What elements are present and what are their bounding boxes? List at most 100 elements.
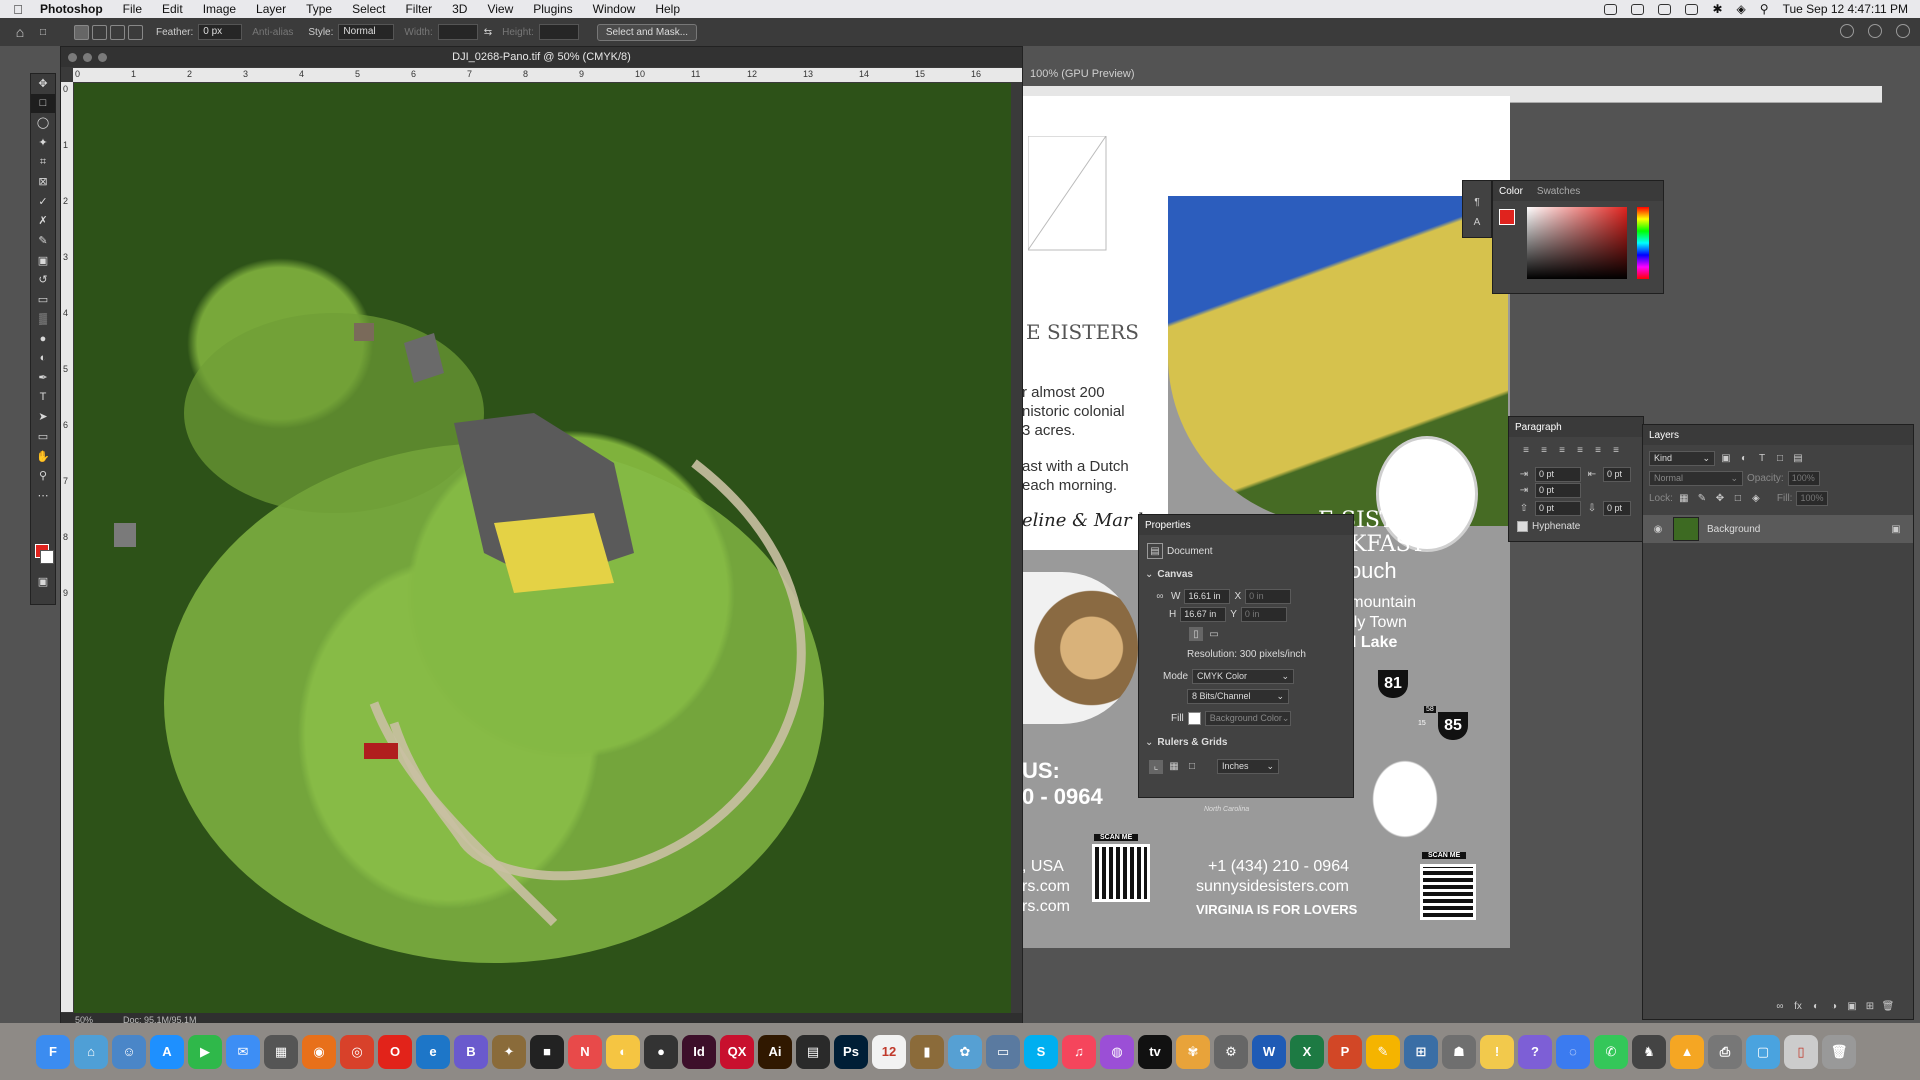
dock-app-icon[interactable]: ◎ bbox=[340, 1034, 374, 1069]
lock-pixels-icon[interactable]: ✎ bbox=[1695, 492, 1709, 506]
dock-app-icon[interactable]: ▭ bbox=[986, 1034, 1020, 1069]
healing-tool-icon[interactable]: ✗ bbox=[31, 211, 55, 231]
dock-app-icon[interactable]: O bbox=[378, 1034, 412, 1069]
status-icon-2[interactable] bbox=[1631, 3, 1645, 15]
chevron-down-icon[interactable]: ⌄ bbox=[1145, 737, 1153, 748]
anti-alias-checkbox[interactable]: Anti-alias bbox=[252, 27, 293, 38]
dock-app-icon[interactable]: ✿ bbox=[948, 1034, 982, 1069]
menu-select[interactable]: Select bbox=[342, 2, 395, 16]
opacity-input[interactable]: 100% bbox=[1787, 471, 1820, 486]
pen-tool-icon[interactable]: ✒ bbox=[31, 368, 55, 388]
marquee-preset-icon[interactable]: □ bbox=[40, 27, 60, 38]
grid-icon[interactable]: ▦ bbox=[1167, 760, 1181, 774]
lasso-tool-icon[interactable]: ◯ bbox=[31, 113, 55, 133]
menu-image[interactable]: Image bbox=[193, 2, 246, 16]
path-selection-tool-icon[interactable]: ➤ bbox=[31, 407, 55, 427]
filter-pixel-icon[interactable]: ▣ bbox=[1719, 452, 1733, 466]
landscape-orientation-icon[interactable]: ▭ bbox=[1207, 627, 1221, 641]
dock-app-icon[interactable]: ☗ bbox=[1442, 1034, 1476, 1069]
fill-swatch[interactable] bbox=[1187, 712, 1201, 725]
link-icon[interactable]: ∞ bbox=[1153, 590, 1167, 604]
dock-app-icon[interactable]: 12 bbox=[872, 1034, 906, 1069]
workspace-icon[interactable] bbox=[1868, 24, 1882, 38]
glyphs-icon[interactable]: A bbox=[1470, 215, 1484, 229]
document-window[interactable]: DJI_0268-Pano.tif @ 50% (CMYK/8) 0 1 2 3… bbox=[60, 46, 1023, 1028]
dock-app-icon[interactable]: B bbox=[454, 1034, 488, 1069]
menu-plugins[interactable]: Plugins bbox=[523, 2, 582, 16]
menu-help[interactable]: Help bbox=[645, 2, 690, 16]
dock-app-icon[interactable]: ! bbox=[1480, 1034, 1514, 1069]
subtract-selection-button[interactable] bbox=[110, 24, 125, 40]
menubar-clock[interactable]: Tue Sep 12 4:47:11 PM bbox=[1783, 2, 1908, 16]
background-color-swatch[interactable] bbox=[40, 550, 54, 564]
status-icon-4[interactable] bbox=[1685, 3, 1699, 15]
dock-app-icon[interactable]: ? bbox=[1518, 1034, 1552, 1069]
brush-tool-icon[interactable]: ✎ bbox=[31, 231, 55, 251]
new-group-icon[interactable]: ▣ bbox=[1845, 999, 1859, 1013]
lock-all-icon[interactable]: ◈ bbox=[1749, 492, 1763, 506]
rulers-icon[interactable]: ⌞ bbox=[1149, 759, 1163, 774]
dock-app-icon[interactable]: F bbox=[36, 1034, 70, 1069]
dock-app-icon[interactable]: ⎙ bbox=[1708, 1034, 1742, 1069]
new-selection-button[interactable] bbox=[74, 24, 89, 40]
hand-tool-icon[interactable]: ✋ bbox=[31, 446, 55, 466]
lock-position-icon[interactable]: ✥ bbox=[1713, 492, 1727, 506]
quick-mask-icon[interactable]: ▣ bbox=[31, 572, 55, 592]
canvas-x-input[interactable]: 0 in bbox=[1245, 589, 1292, 604]
history-brush-tool-icon[interactable]: ↺ bbox=[31, 270, 55, 290]
horizontal-ruler[interactable]: 0 1 2 3 4 5 6 7 8 9 10 11 12 13 14 15 16 bbox=[73, 68, 1022, 82]
add-mask-icon[interactable]: ◐ bbox=[1809, 999, 1823, 1013]
dock-app-icon[interactable]: ◍ bbox=[1100, 1034, 1134, 1069]
dock-app-icon[interactable]: P bbox=[1328, 1034, 1362, 1069]
menu-view[interactable]: View bbox=[477, 2, 523, 16]
visibility-eye-icon[interactable]: ◉ bbox=[1651, 522, 1665, 536]
dock-app-icon[interactable]: ▲ bbox=[1670, 1034, 1704, 1069]
aerial-photo-canvas[interactable] bbox=[74, 83, 1011, 1013]
menu-type[interactable]: Type bbox=[296, 2, 342, 16]
menu-3d[interactable]: 3D bbox=[442, 2, 477, 16]
layer-style-icon[interactable]: fx bbox=[1791, 999, 1805, 1013]
mode-select[interactable]: CMYK Color ⌄ bbox=[1192, 669, 1295, 684]
justify-all-icon[interactable]: ≡ bbox=[1609, 443, 1623, 457]
feather-input[interactable]: 0 px bbox=[198, 24, 243, 40]
frame-tool-icon[interactable]: ⊠ bbox=[31, 172, 55, 192]
gradient-tool-icon[interactable]: ▒ bbox=[31, 309, 55, 329]
bluetooth-icon[interactable]: ✱ bbox=[1712, 2, 1722, 16]
vertical-ruler[interactable]: 0 1 2 3 4 5 6 7 8 9 bbox=[61, 82, 73, 1012]
canvas-y-input[interactable]: 0 in bbox=[1240, 607, 1287, 622]
dock-app-icon[interactable]: Ps bbox=[834, 1034, 868, 1069]
blend-mode-select[interactable]: Normal ⌄ bbox=[1649, 471, 1743, 486]
document-titlebar[interactable]: DJI_0268-Pano.tif @ 50% (CMYK/8) bbox=[61, 47, 1022, 67]
color-panel-fg-swatch[interactable] bbox=[1499, 209, 1515, 225]
crop-tool-icon[interactable]: ⌗ bbox=[31, 152, 55, 172]
swap-icon[interactable]: ⇆ bbox=[484, 27, 492, 38]
dock-app-icon[interactable]: ▶ bbox=[188, 1034, 222, 1069]
stamp-tool-icon[interactable]: ▣ bbox=[31, 250, 55, 270]
dock-app-icon[interactable]: ✦ bbox=[492, 1034, 526, 1069]
apple-icon[interactable]:  bbox=[0, 2, 36, 17]
align-center-icon[interactable]: ≡ bbox=[1537, 443, 1551, 457]
lock-transparent-icon[interactable]: ▦ bbox=[1677, 492, 1691, 506]
dock-app-icon[interactable]: ◌ bbox=[1556, 1034, 1590, 1069]
fill-select[interactable]: Background Color ⌄ bbox=[1204, 711, 1291, 726]
dock-app-icon[interactable]: ⊞ bbox=[1404, 1034, 1438, 1069]
add-selection-button[interactable] bbox=[92, 24, 107, 40]
justify-left-icon[interactable]: ≡ bbox=[1573, 443, 1587, 457]
canvas-section-label[interactable]: Canvas bbox=[1157, 569, 1193, 580]
dock-app-icon[interactable]: e bbox=[416, 1034, 450, 1069]
dock-app-icon[interactable]: ☺ bbox=[112, 1034, 146, 1069]
dock-app-icon[interactable]: ✉ bbox=[226, 1034, 260, 1069]
dock-app-icon[interactable]: ▢ bbox=[1746, 1034, 1780, 1069]
dock-app-icon[interactable]: ▦ bbox=[264, 1034, 298, 1069]
type-tool-icon[interactable]: T bbox=[31, 388, 55, 408]
menu-edit[interactable]: Edit bbox=[152, 2, 193, 16]
align-left-icon[interactable]: ≡ bbox=[1519, 443, 1533, 457]
filter-shape-icon[interactable]: □ bbox=[1773, 452, 1787, 466]
color-field[interactable] bbox=[1527, 207, 1627, 279]
tab-swatches[interactable]: Swatches bbox=[1537, 186, 1580, 197]
bit-depth-select[interactable]: 8 Bits/Channel ⌄ bbox=[1187, 689, 1289, 704]
menu-app-name[interactable]: Photoshop bbox=[36, 2, 113, 16]
home-icon[interactable]: ⌂ bbox=[0, 24, 40, 40]
chevron-down-icon[interactable]: ⌄ bbox=[1145, 569, 1153, 580]
eraser-tool-icon[interactable]: ▭ bbox=[31, 290, 55, 310]
